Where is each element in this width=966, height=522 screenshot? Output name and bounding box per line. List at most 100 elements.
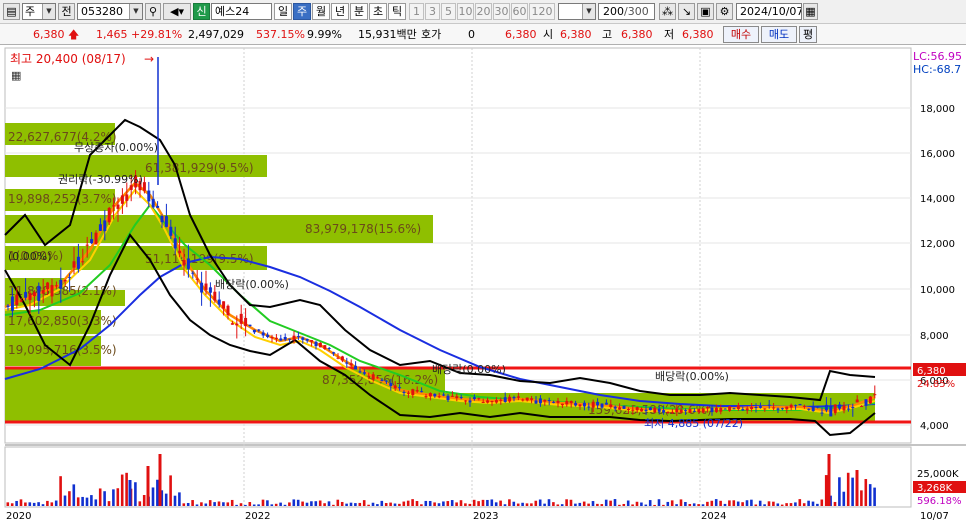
volume-bar xyxy=(574,503,577,506)
volume-bar xyxy=(103,491,106,506)
candle-body xyxy=(442,394,446,396)
volume-bar xyxy=(411,499,414,506)
candle-body xyxy=(829,406,833,417)
chevron-down-icon[interactable]: ▼ xyxy=(582,4,595,19)
volume-bar xyxy=(274,503,278,506)
candle-body xyxy=(538,398,542,404)
volume-bar xyxy=(195,504,199,506)
interval-60[interactable]: 60 xyxy=(511,3,528,20)
candle-body xyxy=(362,372,366,374)
candle-body xyxy=(490,401,494,403)
volume-bar xyxy=(116,488,120,506)
tab-day[interactable]: 일 xyxy=(274,3,292,20)
tab-second[interactable]: 초 xyxy=(369,3,387,20)
candle-body xyxy=(252,329,256,333)
volume-bar xyxy=(415,501,419,506)
interval-5[interactable]: 5 xyxy=(441,3,456,20)
candle-body xyxy=(94,232,98,245)
candle-body xyxy=(640,408,644,412)
volume-bar xyxy=(816,503,819,506)
chevron-down-icon[interactable]: ▼ xyxy=(42,4,55,19)
interval-30[interactable]: 30 xyxy=(493,3,510,20)
date-input[interactable]: 2024/10/07 xyxy=(736,3,802,20)
candle-body xyxy=(780,408,784,410)
candle-body xyxy=(85,244,89,246)
candle-body xyxy=(217,299,221,305)
price-tick: 4,000 xyxy=(920,421,949,432)
stock-name-field[interactable]: 예스24 xyxy=(211,3,272,20)
bar-count-input[interactable]: 200/300 xyxy=(598,3,655,20)
candle-body xyxy=(266,334,270,337)
candle-body xyxy=(767,404,771,406)
market-combo[interactable]: 주 ▼ xyxy=(22,3,56,20)
candle-body xyxy=(147,190,151,202)
eval-button[interactable]: 평 xyxy=(799,26,817,43)
volume-bar xyxy=(301,501,304,506)
event-label: 권리락(-30.99%) xyxy=(58,173,143,186)
interval-1[interactable]: 1 xyxy=(409,3,424,20)
candle-body xyxy=(367,375,371,377)
candle-body xyxy=(477,398,481,400)
candle-body xyxy=(420,391,424,393)
candle-body xyxy=(340,356,344,361)
candle-body xyxy=(296,336,300,338)
volume-bar xyxy=(723,503,727,506)
save-icon[interactable]: ▣ xyxy=(697,3,714,20)
tab-week[interactable]: 주 xyxy=(293,3,311,20)
calendar-icon[interactable]: ▦ xyxy=(803,3,818,20)
quote-bar: 6,380 🡅 1,465 +29.81% 2,497,029 537.15% … xyxy=(0,24,966,45)
price-chart[interactable]: 22,627,677(4.2%) 61,381,929(9.5%) 19,898… xyxy=(0,45,966,522)
price-tick: 12,000 xyxy=(920,239,955,250)
candle-body xyxy=(59,279,63,289)
event-label: 배당락(0.00%) xyxy=(655,370,729,383)
candle-body xyxy=(116,204,120,209)
indicator-icon[interactable]: ⁂ xyxy=(659,3,676,20)
candle-body xyxy=(195,278,199,280)
sell-button[interactable]: 매도 xyxy=(761,26,797,43)
window-icon[interactable]: ▤ xyxy=(3,3,20,20)
candle-body xyxy=(24,291,28,298)
candle-body xyxy=(90,239,94,244)
chart-menu-icon[interactable]: ▦ xyxy=(11,69,21,82)
stock-code-input[interactable]: 053280 ▼ xyxy=(77,3,143,20)
interval-3[interactable]: 3 xyxy=(425,3,440,20)
candle-body xyxy=(794,405,798,407)
gear-icon[interactable]: ⚙ xyxy=(716,3,733,20)
volume-bar xyxy=(134,482,137,506)
tab-year[interactable]: 년 xyxy=(331,3,349,20)
volume-bar xyxy=(538,499,542,506)
tab-tick[interactable]: 틱 xyxy=(388,3,406,20)
candle-body xyxy=(107,207,111,223)
candle-body xyxy=(855,399,859,403)
tab-month[interactable]: 월 xyxy=(312,3,330,20)
volume-bar xyxy=(644,504,648,506)
speaker-icon[interactable]: ◀▾ xyxy=(163,3,191,20)
buy-button[interactable]: 매수 xyxy=(723,26,759,43)
interval-120[interactable]: 120 xyxy=(529,3,555,20)
search-icon[interactable]: ⚲ xyxy=(145,3,161,20)
candle-body xyxy=(98,224,102,231)
volume-bar xyxy=(512,501,516,506)
event-label: 배당락(0.00%) xyxy=(215,278,289,291)
custom-interval-input[interactable]: ▼ xyxy=(558,3,596,20)
volume-bar xyxy=(565,499,568,506)
chevron-down-icon[interactable]: ▼ xyxy=(129,4,142,19)
volume-bar xyxy=(591,501,595,506)
search-type-button[interactable]: 전 xyxy=(58,3,75,20)
interval-20[interactable]: 20 xyxy=(475,3,492,20)
volume-bar xyxy=(28,502,32,506)
candle-body xyxy=(125,194,129,201)
volume-bar xyxy=(406,500,410,506)
volume-pane[interactable] xyxy=(4,446,912,508)
volume-bar xyxy=(701,504,705,506)
tab-minute[interactable]: 분 xyxy=(350,3,368,20)
candle-body xyxy=(816,406,820,408)
volume-bar xyxy=(402,501,406,506)
trendline-icon[interactable]: ↘ xyxy=(678,3,695,20)
volume-bar xyxy=(318,500,322,506)
interval-10[interactable]: 10 xyxy=(457,3,474,20)
volume-bar xyxy=(261,499,265,506)
candle-body xyxy=(274,337,278,339)
candle-body xyxy=(437,396,441,398)
candle-body xyxy=(380,379,384,381)
